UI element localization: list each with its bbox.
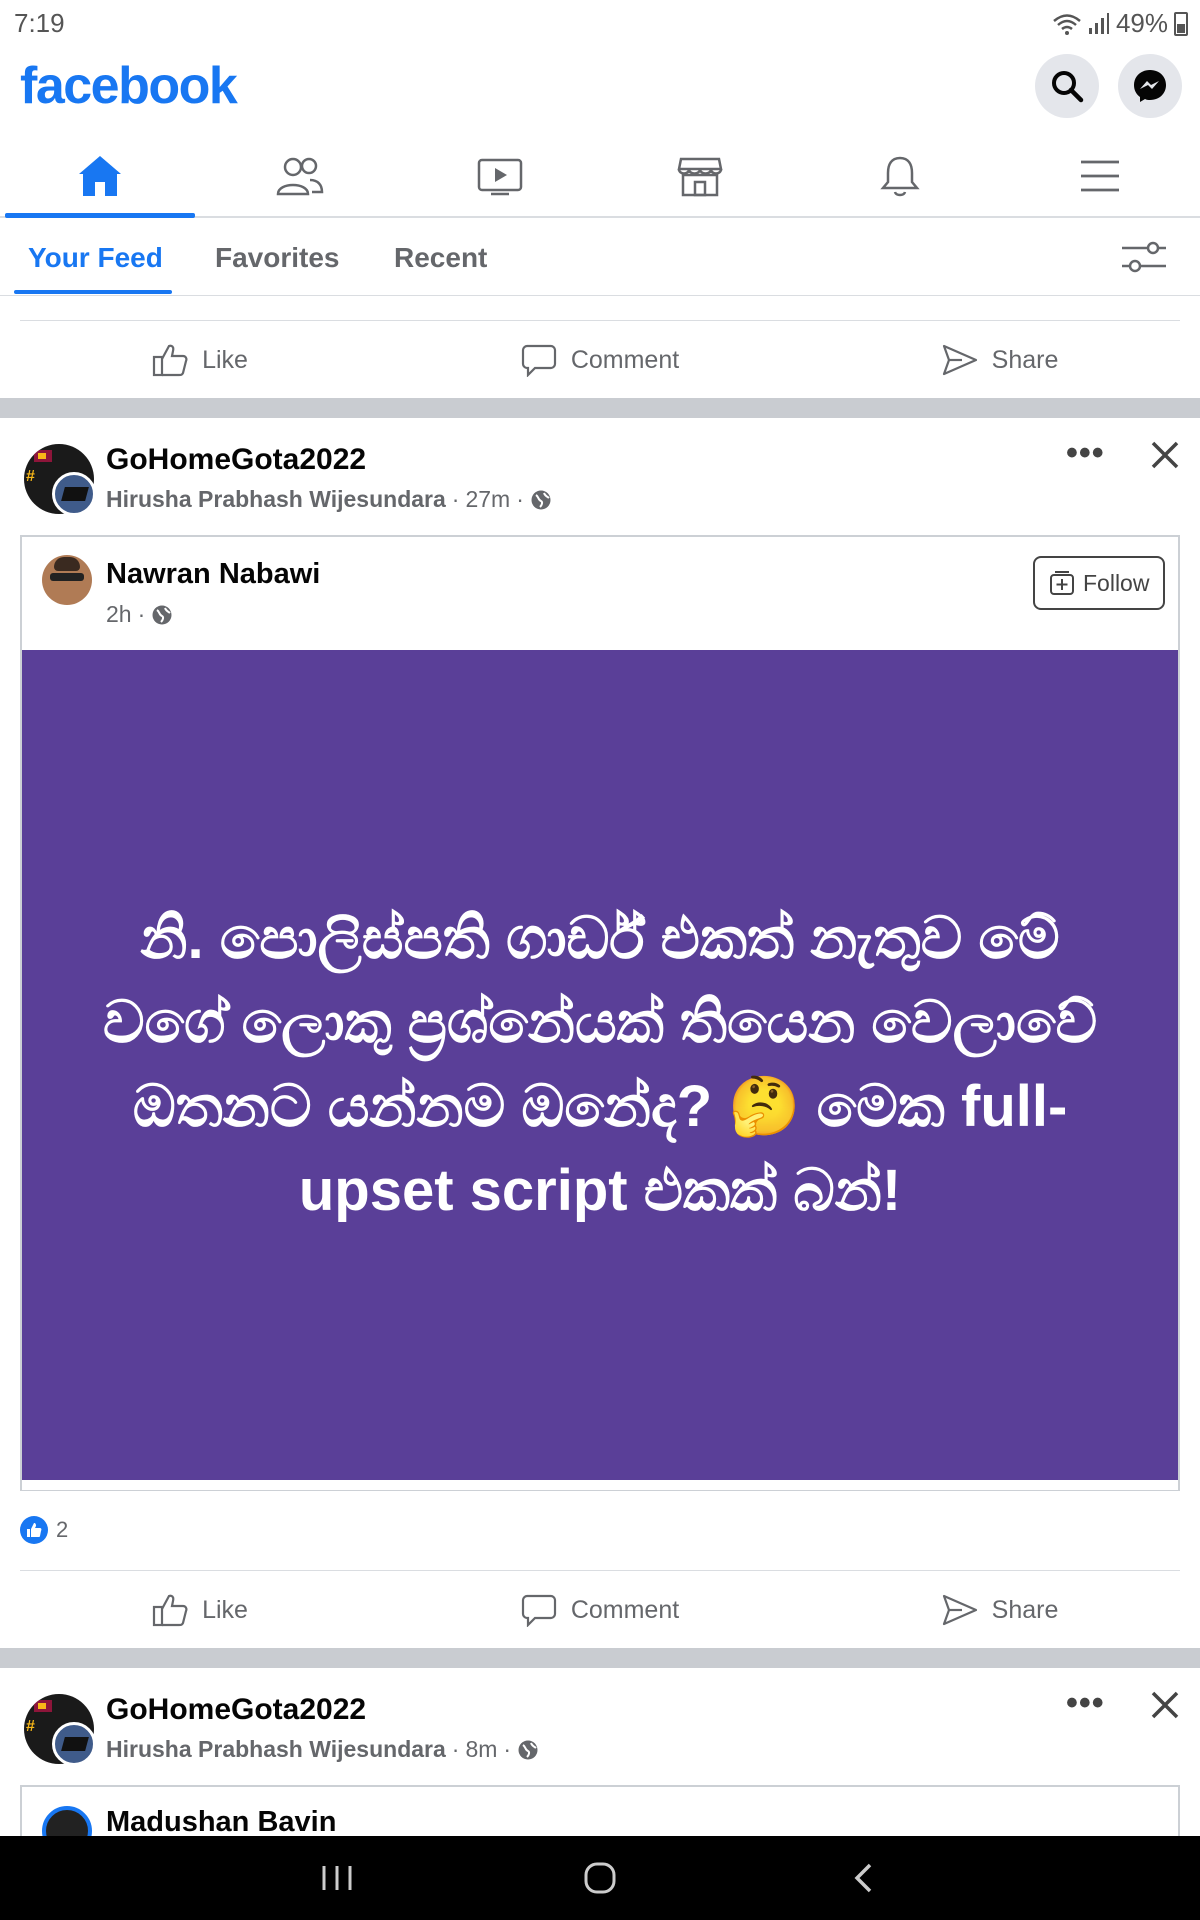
globe-icon [518, 1740, 538, 1759]
post-author[interactable]: Hirusha Prabhash Wijesundara [106, 1736, 446, 1763]
flag-icon [34, 1700, 52, 1712]
main-nav [0, 136, 1200, 218]
comment-icon [521, 1594, 556, 1627]
home-icon [79, 156, 121, 196]
meta-separator: · [137, 601, 146, 627]
close-icon[interactable] [1150, 1690, 1180, 1720]
shared-author-avatar[interactable] [42, 555, 92, 605]
globe-icon [531, 490, 551, 509]
shared-post-meta: 2h · [106, 601, 173, 628]
post-time[interactable]: 27m [465, 486, 510, 513]
active-tab-indicator [14, 290, 172, 294]
comment-button[interactable]: Comment [400, 1572, 800, 1648]
post-author[interactable]: Hirusha Prabhash Wijesundara [106, 486, 446, 513]
back-icon[interactable] [852, 1862, 876, 1894]
system-nav-bar [0, 1836, 1200, 1920]
flag-icon [34, 450, 52, 462]
video-icon [477, 158, 523, 196]
shared-post-time[interactable]: 2h [106, 601, 132, 628]
like-label: Like [202, 345, 248, 374]
menu-icon [1081, 160, 1119, 192]
filter-icon[interactable] [1120, 240, 1168, 276]
group-name[interactable]: GoHomeGota2022 [106, 443, 366, 477]
tab-watch[interactable] [400, 136, 600, 216]
avatar-decoration: # [26, 468, 35, 485]
author-avatar[interactable] [52, 1722, 96, 1766]
comment-label: Comment [570, 1595, 680, 1624]
tab-your-feed[interactable]: Your Feed [28, 242, 163, 274]
meta-separator: · [516, 486, 524, 512]
messenger-button[interactable] [1118, 54, 1182, 118]
like-label: Like [202, 1595, 248, 1624]
share-icon [942, 344, 977, 376]
reactions-summary[interactable]: 2 [20, 1516, 68, 1544]
tab-favorites[interactable]: Favorites [215, 242, 340, 274]
tab-menu[interactable] [1000, 136, 1200, 216]
post-text-background[interactable]: නි. පොලිස්පති ගාර්ඩ් එකත් නැතුව මේ වගේ ල… [22, 650, 1178, 1480]
meta-separator: · [503, 1736, 512, 1762]
like-button[interactable]: Like [0, 1572, 400, 1648]
feed-tabs: Your Feed Favorites Recent [0, 220, 1200, 296]
globe-icon [152, 605, 172, 624]
post-actions: Like Comment Share [0, 1572, 1200, 1648]
close-icon[interactable] [1150, 440, 1180, 470]
divider [20, 320, 1180, 321]
share-button[interactable]: Share [800, 322, 1200, 398]
bell-icon [880, 156, 920, 197]
like-count: 2 [56, 1517, 69, 1542]
tab-home[interactable] [0, 136, 200, 218]
more-options-icon[interactable]: ••• [1066, 1684, 1105, 1723]
divider [20, 1570, 1180, 1571]
comment-icon [521, 344, 556, 377]
marketplace-icon [677, 157, 723, 197]
like-button[interactable]: Like [0, 322, 400, 398]
tab-recent[interactable]: Recent [394, 242, 487, 274]
thumbs-up-icon [152, 344, 188, 377]
battery-percent: 49% [1115, 8, 1168, 38]
friends-icon [276, 157, 324, 196]
group-name[interactable]: GoHomeGota2022 [106, 1693, 366, 1727]
status-bar: 7:19 49% [0, 0, 1200, 44]
comment-button[interactable]: Comment [400, 322, 800, 398]
avatar-decoration: # [26, 1718, 35, 1735]
shared-author-name[interactable]: Madushan Bavin [106, 1806, 336, 1839]
battery-icon [1174, 11, 1188, 36]
tab-notifications[interactable] [800, 136, 1000, 216]
share-label: Share [991, 1595, 1059, 1624]
status-time: 7:19 [14, 8, 65, 38]
home-nav-icon[interactable] [583, 1860, 617, 1896]
post-separator [0, 1648, 1200, 1668]
post-actions: Like Comment Share [0, 322, 1200, 398]
post-time[interactable]: 8m [465, 1736, 497, 1763]
comment-label: Comment [570, 345, 680, 374]
facebook-logo[interactable]: facebook [20, 56, 238, 116]
search-icon [1052, 71, 1084, 103]
status-icons: 49% [1052, 8, 1188, 39]
recent-apps-icon[interactable] [320, 1862, 354, 1894]
messenger-icon [1134, 70, 1166, 102]
thumbs-up-icon [152, 1594, 188, 1627]
follow-label: Follow [1083, 569, 1150, 596]
follow-button[interactable]: Follow [1033, 556, 1166, 610]
post-meta: Hirusha Prabhash Wijesundara · 8m · [106, 1736, 539, 1763]
author-avatar[interactable] [52, 472, 96, 516]
share-icon [942, 1594, 977, 1626]
search-button[interactable] [1035, 54, 1099, 118]
meta-separator: · [451, 486, 460, 512]
app-header: facebook [0, 50, 1200, 132]
share-label: Share [991, 345, 1059, 374]
signal-icon [1088, 12, 1109, 34]
tab-friends[interactable] [200, 136, 400, 216]
post-separator [0, 398, 1200, 418]
meta-separator: · [451, 1736, 460, 1762]
post-meta: Hirusha Prabhash Wijesundara · 27m · [106, 486, 552, 513]
follow-icon [1050, 571, 1074, 595]
post-text: නි. පොලිස්පති ගාර්ඩ් එකත් නැතුව මේ වගේ ල… [102, 906, 1098, 1223]
share-button[interactable]: Share [800, 1572, 1200, 1648]
tab-marketplace[interactable] [600, 136, 800, 216]
more-options-icon[interactable]: ••• [1066, 434, 1105, 473]
wifi-icon [1053, 13, 1081, 35]
like-reaction-icon [20, 1516, 48, 1544]
shared-author-name[interactable]: Nawran Nabawi [106, 558, 320, 591]
